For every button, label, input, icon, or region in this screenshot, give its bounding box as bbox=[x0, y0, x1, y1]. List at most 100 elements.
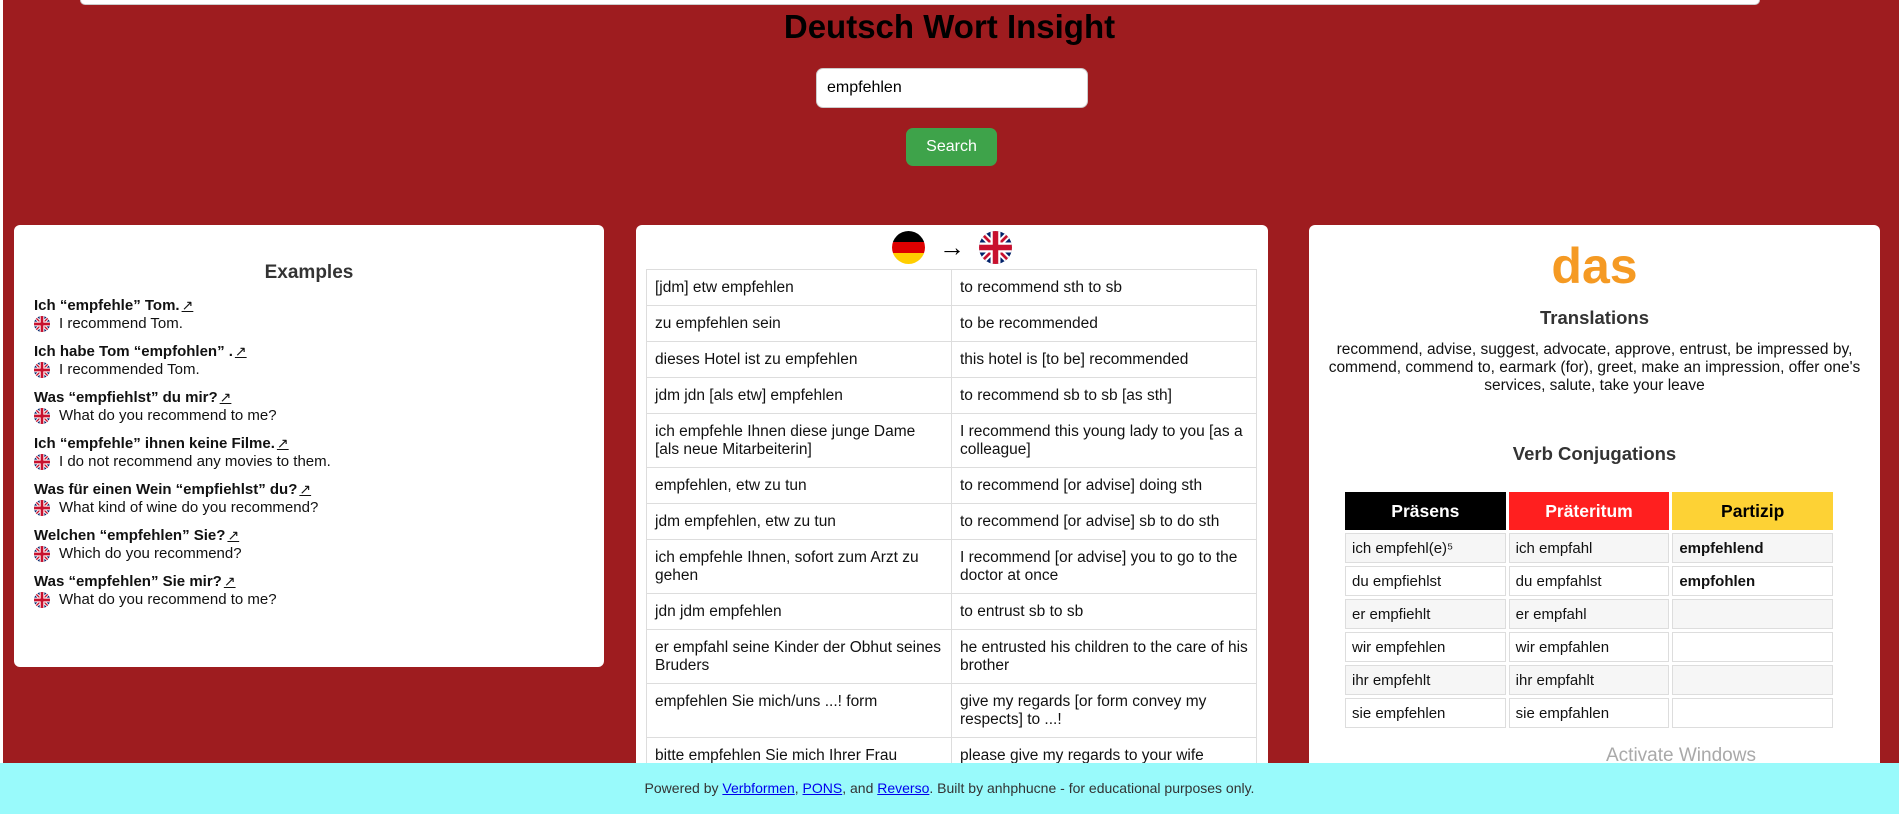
partizip-cell bbox=[1672, 632, 1833, 662]
external-link-icon[interactable]: ↗ bbox=[299, 481, 311, 497]
example-english-text: What do you recommend to me? bbox=[59, 407, 277, 424]
pons-link[interactable]: PONS bbox=[803, 780, 843, 796]
conjugation-row: du empfiehlst du empfahlst empfohlen bbox=[1345, 566, 1833, 596]
dictionary-german: dieses Hotel ist zu empfehlen bbox=[646, 341, 952, 378]
dictionary-row: empfehlen, etw zu tun to recommend [or ad… bbox=[646, 467, 1257, 504]
external-link-icon[interactable]: ↗ bbox=[182, 297, 194, 313]
praeteritum-cell: sie empfahlen bbox=[1508, 698, 1670, 728]
example-item: Was “empfehlen” Sie mir? ↗ What do you rec… bbox=[14, 572, 604, 610]
conjugations-heading: Verb Conjugations bbox=[1512, 443, 1677, 464]
example-english: What kind of wine do you recommend? bbox=[32, 498, 604, 518]
uk-flag-icon bbox=[32, 452, 52, 472]
dictionary-table: [jdm] etw empfehlen to recommend sth to s… bbox=[646, 269, 1257, 774]
search-input[interactable] bbox=[816, 68, 1088, 108]
external-link-icon[interactable]: ↗ bbox=[224, 573, 236, 589]
examples-list: Ich “empfehle” Tom. ↗ I recommend Tom. Ich … bbox=[14, 296, 604, 610]
footer-sep2: , and bbox=[842, 780, 878, 796]
example-german-text: Was “empfiehlst” du mir? bbox=[34, 389, 218, 406]
conjugation-row: er empfiehlt er empfahl bbox=[1345, 599, 1833, 629]
search-button[interactable]: Search bbox=[906, 128, 997, 166]
example-english-text: I do not recommend any movies to them. bbox=[59, 453, 331, 470]
example-item: Ich “empfehle” Tom. ↗ I recommend Tom. bbox=[14, 296, 604, 334]
partizip-cell: empfehlend bbox=[1672, 533, 1833, 563]
example-item: Ich “empfehle” ihnen keine Filme. ↗ I do n… bbox=[14, 434, 604, 472]
browser-top-strip bbox=[80, 0, 1760, 5]
word-info-panel: das Translations recommend, advise, sugg… bbox=[1309, 225, 1880, 814]
article-label: das bbox=[1551, 238, 1638, 294]
uk-flag-icon bbox=[979, 230, 1012, 264]
dictionary-row: zu empfehlen sein to be recommended bbox=[646, 305, 1257, 342]
praeteritum-cell: er empfahl bbox=[1508, 599, 1670, 629]
uk-flag-icon bbox=[32, 544, 52, 564]
footer-prefix: Powered by bbox=[644, 780, 723, 796]
example-english-text: I recommended Tom. bbox=[59, 361, 200, 378]
footer-sep1: , bbox=[794, 780, 803, 796]
external-link-icon[interactable]: ↗ bbox=[277, 435, 289, 451]
reverso-link[interactable]: Reverso bbox=[877, 780, 929, 796]
example-english-text: Which do you recommend? bbox=[59, 545, 242, 562]
example-item: Was für einen Wein “empfiehlst” du? ↗ What… bbox=[14, 480, 604, 518]
dictionary-row: jdn jdm empfehlen to entrust sb to sb bbox=[646, 593, 1257, 630]
external-link-icon[interactable]: ↗ bbox=[235, 343, 247, 359]
dictionary-english: I recommend this young lady to you [as a… bbox=[951, 413, 1257, 468]
example-german-text: Was “empfehlen” Sie mir? bbox=[34, 573, 222, 590]
example-german-text: Ich habe Tom “empfohlen” . bbox=[34, 343, 233, 360]
partizip-cell bbox=[1672, 599, 1833, 629]
example-german-text: Ich “empfehle” Tom. bbox=[34, 297, 180, 314]
dictionary-row: jdm jdn [als etw] empfehlen to recommend … bbox=[646, 377, 1257, 414]
example-english: I recommend Tom. bbox=[32, 314, 604, 334]
german-flag-icon bbox=[892, 230, 925, 264]
example-german: Was “empfiehlst” du mir? ↗ bbox=[34, 388, 604, 407]
conjugation-row: wir empfehlen wir empfahlen bbox=[1345, 632, 1833, 662]
dictionary-english: to recommend sth to sb bbox=[951, 269, 1257, 306]
dictionary-german: ich empfehle Ihnen, sofort zum Arzt zu g… bbox=[646, 539, 952, 594]
dictionary-row: er empfahl seine Kinder der Obhut seines… bbox=[646, 629, 1257, 684]
example-german-text: Was für einen Wein “empfiehlst” du? bbox=[34, 481, 298, 498]
partizip-cell bbox=[1672, 698, 1833, 728]
dictionary-row: jdm empfehlen, etw zu tun to recommend [o… bbox=[646, 503, 1257, 540]
conjugation-row: ihr empfehlt ihr empfahlt bbox=[1345, 665, 1833, 695]
example-german: Ich habe Tom “empfohlen” . ↗ bbox=[34, 342, 604, 361]
dictionary-english: I recommend [or advise] you to go to the… bbox=[951, 539, 1257, 594]
example-german-text: Welchen “empfehlen” Sie? bbox=[34, 527, 226, 544]
uk-flag-icon bbox=[32, 406, 52, 426]
example-english-text: What kind of wine do you recommend? bbox=[59, 499, 319, 516]
example-english: Which do you recommend? bbox=[32, 544, 604, 564]
window-edge bbox=[0, 0, 3, 814]
dictionary-english: give my regards [or form convey my respe… bbox=[951, 683, 1257, 738]
praesens-cell: du empfiehlst bbox=[1345, 566, 1506, 596]
dictionary-german: [jdm] etw empfehlen bbox=[646, 269, 952, 306]
uk-flag-icon bbox=[32, 498, 52, 518]
example-english: What do you recommend to me? bbox=[32, 406, 604, 426]
verbformen-link[interactable]: Verbformen bbox=[722, 780, 794, 796]
dictionary-panel: → [jdm] etw empfehlen to recommend sth to… bbox=[636, 225, 1268, 814]
praeteritum-cell: du empfahlst bbox=[1508, 566, 1670, 596]
header-partizip: Partizip bbox=[1672, 492, 1833, 530]
example-english: What do you recommend to me? bbox=[32, 590, 604, 610]
partizip-cell bbox=[1672, 665, 1833, 695]
external-link-icon[interactable]: ↗ bbox=[220, 389, 232, 405]
direction-arrow: → bbox=[939, 231, 965, 262]
language-direction: → bbox=[636, 225, 1268, 269]
dictionary-english: to entrust sb to sb bbox=[951, 593, 1257, 630]
example-german: Ich “empfehle” Tom. ↗ bbox=[34, 296, 604, 315]
page-title: Deutsch Wort Insight bbox=[783, 8, 1116, 45]
dictionary-german: jdm jdn [als etw] empfehlen bbox=[646, 377, 952, 414]
conjugation-row: ich empfehl(e)⁵ ich empfahl empfehlend bbox=[1345, 533, 1833, 563]
header-praeteritum: Präteritum bbox=[1508, 492, 1670, 530]
examples-heading: Examples bbox=[264, 262, 354, 283]
dictionary-row: ich empfehle Ihnen, sofort zum Arzt zu g… bbox=[646, 539, 1257, 594]
dictionary-row: ich empfehle Ihnen diese junge Dame [als… bbox=[646, 413, 1257, 468]
example-english: I do not recommend any movies to them. bbox=[32, 452, 604, 472]
dictionary-english: he entrusted his children to the care of… bbox=[951, 629, 1257, 684]
dictionary-german: jdn jdm empfehlen bbox=[646, 593, 952, 630]
dictionary-row: [jdm] etw empfehlen to recommend sth to s… bbox=[646, 269, 1257, 306]
praesens-cell: ich empfehl(e)⁵ bbox=[1345, 533, 1506, 563]
example-item: Ich habe Tom “empfohlen” . ↗ I recommended… bbox=[14, 342, 604, 380]
praesens-cell: er empfiehlt bbox=[1345, 599, 1506, 629]
dictionary-english: to recommend [or advise] doing sth bbox=[951, 467, 1257, 504]
uk-flag-icon bbox=[32, 360, 52, 380]
external-link-icon[interactable]: ↗ bbox=[227, 527, 239, 543]
header-praesens: Präsens bbox=[1345, 492, 1506, 530]
dictionary-english: this hotel is [to be] recommended bbox=[951, 341, 1257, 378]
